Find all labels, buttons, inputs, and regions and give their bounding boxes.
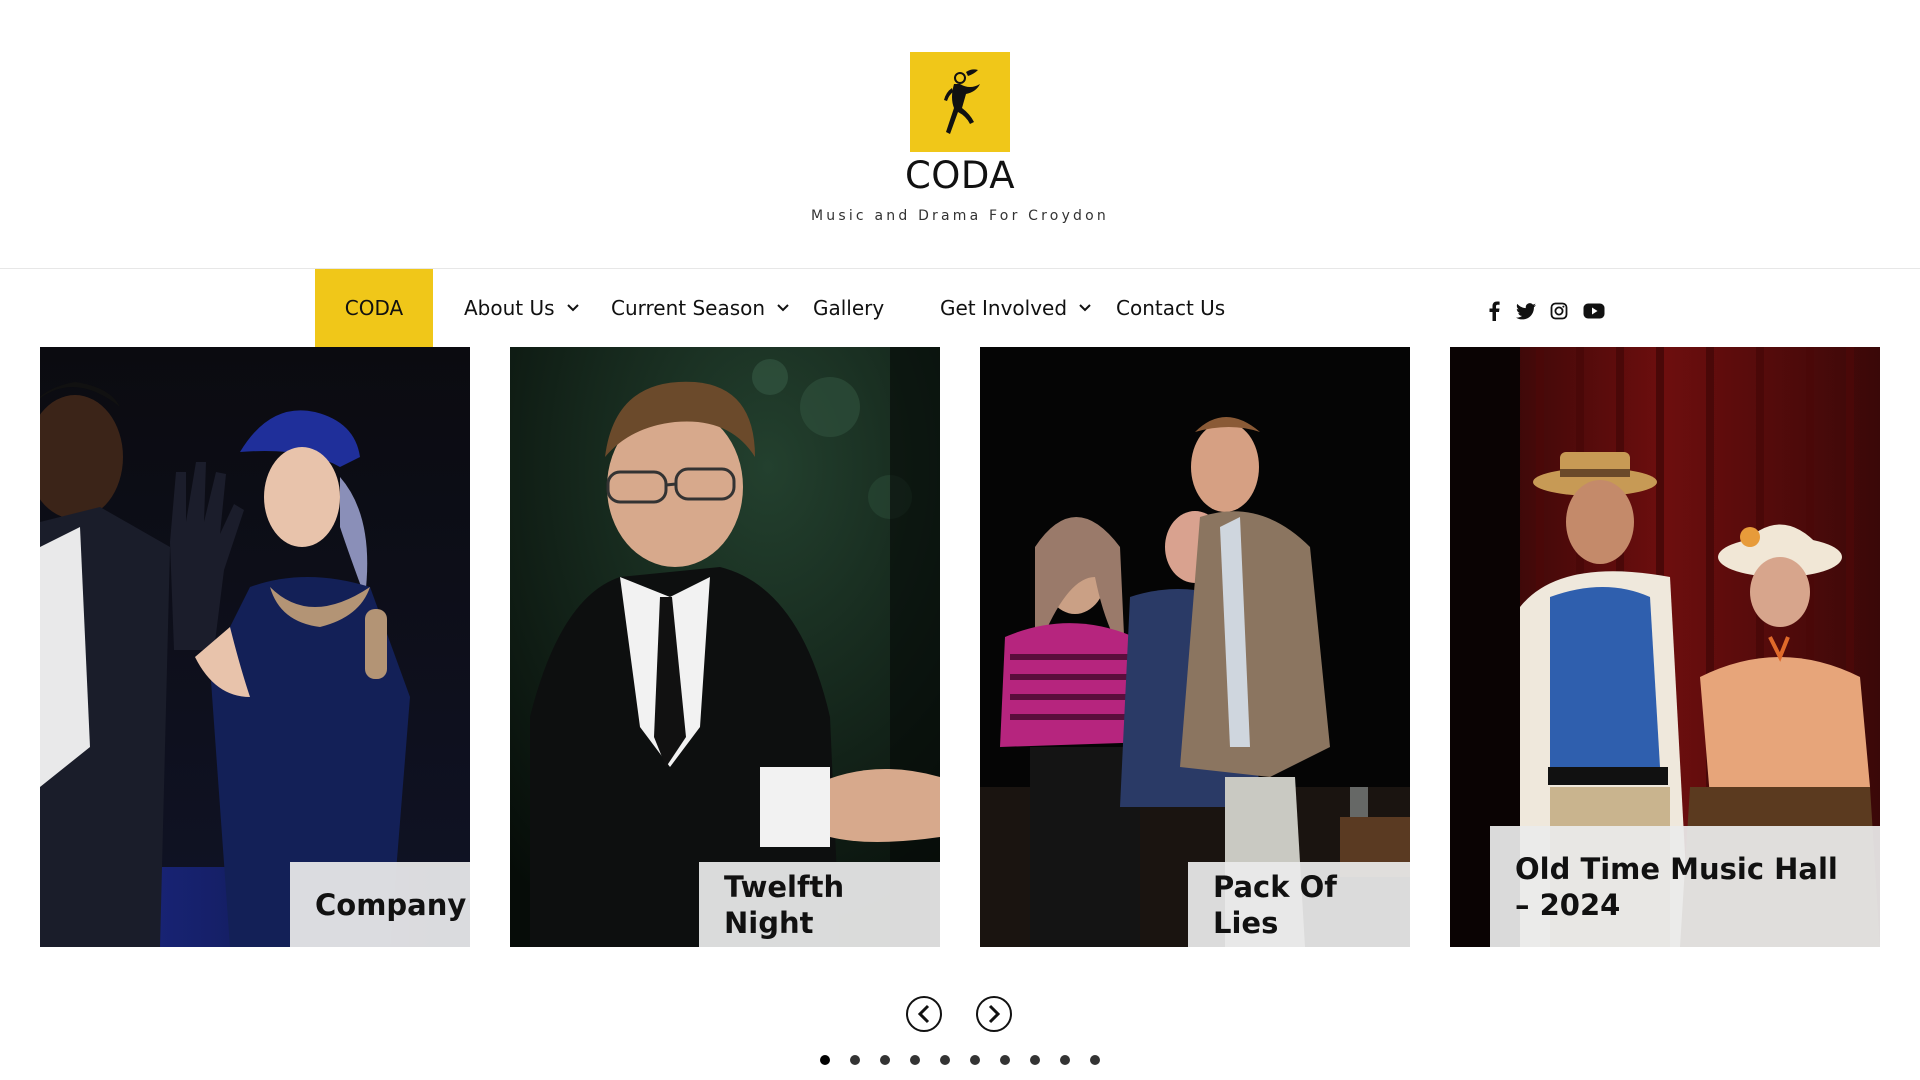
- pagination-dot[interactable]: [1030, 1055, 1040, 1065]
- pagination-dot[interactable]: [1060, 1055, 1070, 1065]
- production-slider: Company Twelfth Night Pack Of Lies Old T…: [0, 347, 1920, 947]
- production-photo: [40, 347, 470, 947]
- nav-item-get-involved[interactable]: Get Involved: [940, 269, 1091, 347]
- slider-prev-button[interactable]: [906, 996, 942, 1032]
- site-logo[interactable]: [910, 52, 1010, 152]
- slide-caption-text: Old Time Music Hall – 2024: [1515, 851, 1838, 922]
- main-nav: CODA About Us Current Season Gallery Get…: [0, 269, 1920, 347]
- facebook-icon[interactable]: [1481, 300, 1507, 322]
- pagination-dot[interactable]: [850, 1055, 860, 1065]
- dancer-logo-icon: [944, 69, 980, 134]
- site-header: CODA Music and Drama For Croydon: [0, 0, 1920, 268]
- chevron-down-icon: [566, 304, 579, 312]
- nav-item-contact-us[interactable]: Contact Us: [1116, 269, 1225, 347]
- chevron-left-icon: [917, 1004, 930, 1024]
- slide-pack-of-lies[interactable]: Pack Of Lies: [980, 347, 1410, 947]
- production-photo: [980, 347, 1410, 947]
- site-title[interactable]: CODA: [0, 154, 1920, 197]
- slide-caption[interactable]: Company: [290, 862, 470, 947]
- nav-item-label: About Us: [464, 296, 555, 320]
- nav-item-label: Get Involved: [940, 296, 1068, 320]
- instagram-icon[interactable]: [1546, 300, 1572, 322]
- slide-caption[interactable]: Old Time Music Hall – 2024: [1490, 826, 1880, 947]
- pagination-dot[interactable]: [970, 1055, 980, 1065]
- chevron-down-icon: [1079, 304, 1091, 312]
- chevron-right-icon: [988, 1004, 1001, 1024]
- nav-item-coda[interactable]: CODA: [315, 269, 433, 347]
- pagination-dot[interactable]: [820, 1055, 830, 1065]
- slide-caption-text: Twelfth Night: [724, 869, 845, 940]
- nav-item-label: Contact Us: [1116, 296, 1226, 320]
- pagination-dot[interactable]: [880, 1055, 890, 1065]
- slider-next-button[interactable]: [976, 996, 1012, 1032]
- nav-item-label: Current Season: [611, 296, 766, 320]
- twitter-icon[interactable]: [1513, 300, 1539, 322]
- slider-pagination: [820, 1055, 1100, 1065]
- slide-twelfth-night[interactable]: Twelfth Night: [510, 347, 940, 947]
- site-tagline: Music and Drama For Croydon: [811, 208, 1109, 224]
- nav-item-current-season[interactable]: Current Season: [611, 269, 789, 347]
- nav-item-gallery[interactable]: Gallery: [813, 269, 884, 347]
- slide-caption-text: Pack Of Lies: [1213, 869, 1337, 940]
- pagination-dot[interactable]: [1000, 1055, 1010, 1065]
- nav-item-about-us[interactable]: About Us: [464, 269, 579, 347]
- slide-old-time-music-hall[interactable]: Old Time Music Hall – 2024: [1450, 347, 1880, 947]
- nav-item-label: CODA: [344, 296, 404, 320]
- slide-company[interactable]: Company: [40, 347, 470, 947]
- pagination-dot[interactable]: [1090, 1055, 1100, 1065]
- slide-caption[interactable]: Pack Of Lies: [1188, 862, 1410, 947]
- chevron-down-icon: [777, 304, 789, 312]
- pagination-dot[interactable]: [940, 1055, 950, 1065]
- pagination-dot[interactable]: [910, 1055, 920, 1065]
- slide-caption-text: Company: [315, 887, 467, 922]
- production-photo: [510, 347, 940, 947]
- nav-item-label: Gallery: [813, 296, 885, 320]
- slide-caption[interactable]: Twelfth Night: [699, 862, 940, 947]
- youtube-icon[interactable]: [1581, 300, 1607, 322]
